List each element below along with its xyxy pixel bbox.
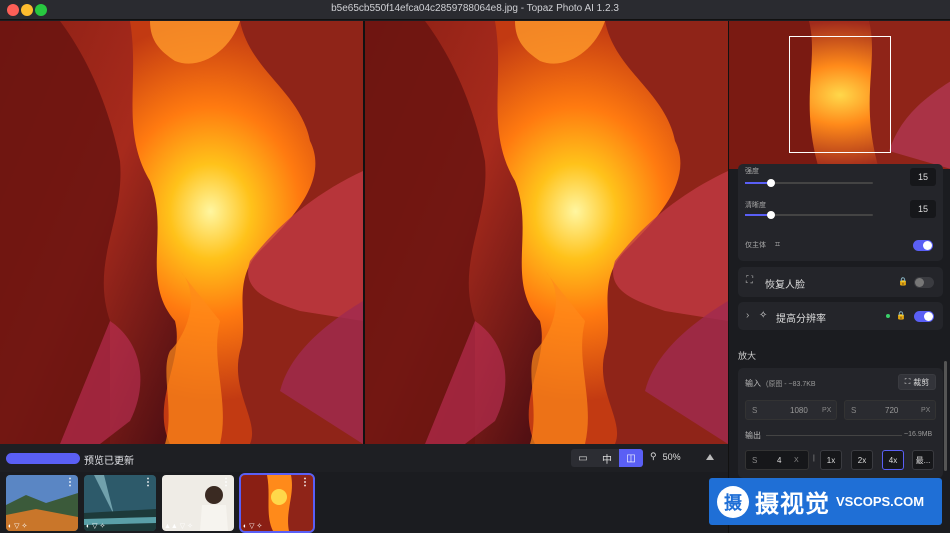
subject-only-label: 仅主体 bbox=[745, 242, 766, 249]
crop-button[interactable]: ⛶ 裁剪 bbox=[898, 374, 936, 390]
adjustment-panel: 强度 15 清晰度 15 仅主体 ⌗ bbox=[738, 164, 943, 261]
navigator-preview[interactable] bbox=[729, 21, 950, 169]
navigator-viewport-box[interactable] bbox=[789, 36, 891, 153]
sparkle-icon: ✧ bbox=[759, 310, 768, 321]
window-title: b5e65cb550f14efca04c2859788064e8.jpg - T… bbox=[331, 3, 619, 14]
thumbnail-4[interactable]: ⋮ ◐ ▽ ✧ bbox=[239, 473, 315, 533]
single-view-button[interactable]: ▭ bbox=[571, 449, 595, 467]
width-unit: PX bbox=[822, 407, 832, 414]
processed-image bbox=[365, 21, 728, 444]
output-divider bbox=[766, 435, 902, 436]
subject-select-icon[interactable]: ⌗ bbox=[775, 239, 780, 250]
upscale-label: 提高分辨率 bbox=[776, 314, 826, 325]
thumbnail-3[interactable]: ⋮ ▲▲ ▽ ✧ bbox=[162, 475, 234, 531]
thumbnail-status-icons: ◐ ▽ ✧ bbox=[8, 523, 28, 530]
zoom-level: 50% bbox=[662, 451, 681, 462]
output-size: ~16.9MB bbox=[904, 431, 933, 438]
status-bar: 预览已更新 ▭ 中 ◫ ⚲ 50% bbox=[0, 444, 728, 472]
original-image-pane[interactable] bbox=[0, 21, 363, 444]
scale-section-title: 放大 bbox=[738, 351, 757, 361]
scale-prefix: S bbox=[752, 456, 758, 465]
recover-face-toggle[interactable] bbox=[914, 277, 934, 288]
output-label: 输出 bbox=[745, 431, 761, 440]
status-text: 预览已更新 bbox=[84, 456, 134, 467]
clarity-value[interactable]: 15 bbox=[910, 200, 936, 218]
input-width-field[interactable]: S 1080 PX bbox=[745, 400, 837, 420]
input-label: 输入 bbox=[745, 379, 761, 388]
width-value: 1080 bbox=[790, 406, 808, 415]
magnifier-icon: ⚲ bbox=[650, 451, 657, 461]
preset-2x-button[interactable]: 2x bbox=[851, 450, 873, 470]
view-mode-switcher: ▭ 中 ◫ bbox=[571, 449, 643, 467]
scale-value: 4 bbox=[777, 456, 782, 465]
processed-image-pane[interactable] bbox=[365, 21, 728, 444]
watermark-en-text: VSCOPS.COM bbox=[836, 494, 925, 509]
split-view-button[interactable]: 中 bbox=[595, 449, 619, 467]
sidebar-scrollbar[interactable] bbox=[944, 361, 947, 471]
title-bar: b5e65cb550f14efca04c2859788064e8.jpg - T… bbox=[0, 0, 950, 20]
preset-more-button[interactable]: 最... bbox=[912, 450, 934, 470]
sidebar: 强度 15 清晰度 15 仅主体 ⌗ ⛶ 恢复人脸 🔒 › ✧ 提高分辨率 🔒 … bbox=[728, 21, 950, 533]
upscale-panel: › ✧ 提高分辨率 🔒 bbox=[738, 302, 943, 330]
zoom-dropdown-arrow-icon[interactable] bbox=[706, 454, 714, 460]
watermark-logo: 摄 bbox=[717, 485, 749, 518]
thumbnail-menu-icon[interactable]: ⋮ bbox=[65, 477, 75, 488]
watermark-cn-text: 摄视觉 bbox=[755, 491, 830, 518]
clarity-slider[interactable] bbox=[745, 211, 873, 219]
recover-face-label: 恢复人脸 bbox=[765, 280, 805, 291]
zoom-control[interactable]: ⚲ 50% bbox=[650, 451, 681, 462]
clarity-label: 清晰度 bbox=[745, 202, 766, 209]
input-height-field[interactable]: S 720 PX bbox=[844, 400, 936, 420]
thumbnail-menu-icon[interactable]: ⋮ bbox=[143, 477, 153, 488]
height-prefix: S bbox=[851, 406, 857, 415]
lock-icon: 🔒 bbox=[898, 277, 908, 286]
height-value: 720 bbox=[885, 406, 899, 415]
scale-unit: X bbox=[794, 457, 799, 464]
preset-4x-button[interactable]: 4x bbox=[882, 450, 904, 470]
thumbnail-menu-icon[interactable]: ⋮ bbox=[221, 477, 231, 488]
width-prefix: S bbox=[752, 406, 758, 415]
preview-progress-bar bbox=[6, 453, 80, 464]
preset-1x-button[interactable]: 1x bbox=[820, 450, 842, 470]
recover-face-panel: ⛶ 恢复人脸 🔒 bbox=[738, 267, 943, 297]
filmstrip: ⋮ ◐ ▽ ✧ ⋮ ◐ ▽ ✧ ⋮ ▲▲ ▽ ✧ ⋮ ◐ ▽ ✧ bbox=[0, 472, 728, 533]
watermark-banner: 摄 摄视觉 VSCOPS.COM bbox=[709, 478, 942, 525]
image-viewer[interactable] bbox=[0, 21, 728, 444]
strength-slider[interactable] bbox=[745, 179, 873, 187]
thumbnail-status-icons: ◐ ▽ ✧ bbox=[243, 523, 263, 530]
thumbnail-status-icons: ▲▲ ▽ ✧ bbox=[164, 523, 193, 530]
output-scale-field[interactable]: S 4 X bbox=[745, 450, 809, 470]
height-unit: PX bbox=[921, 407, 931, 414]
upscale-toggle[interactable] bbox=[914, 311, 934, 322]
thumbnail-1[interactable]: ⋮ ◐ ▽ ✧ bbox=[6, 475, 78, 531]
crop-icon: ⛶ bbox=[904, 377, 911, 386]
chevron-right-icon[interactable]: › bbox=[746, 310, 749, 321]
active-status-dot bbox=[886, 314, 890, 318]
crop-label: 裁剪 bbox=[913, 377, 930, 387]
thumbnail-status-icons: ◐ ▽ ✧ bbox=[86, 523, 106, 530]
thumbnail-menu-icon[interactable]: ⋮ bbox=[300, 477, 310, 488]
strength-label: 强度 bbox=[745, 168, 759, 175]
thumbnail-2[interactable]: ⋮ ◐ ▽ ✧ bbox=[84, 475, 156, 531]
input-size-note: (原图 - ~83.7KB bbox=[766, 381, 816, 388]
face-icon: ⛶ bbox=[746, 275, 753, 286]
subject-only-toggle[interactable] bbox=[913, 240, 933, 251]
strength-slider-handle[interactable] bbox=[766, 179, 775, 187]
separator-bar: | bbox=[813, 455, 815, 462]
strength-value[interactable]: 15 bbox=[910, 168, 936, 186]
lock-icon: 🔒 bbox=[896, 311, 906, 320]
scale-panel: 输入 (原图 - ~83.7KB ⛶ 裁剪 S 1080 PX S 720 PX… bbox=[738, 368, 943, 478]
original-image bbox=[0, 21, 363, 444]
clarity-slider-handle[interactable] bbox=[766, 211, 775, 219]
side-by-side-view-button[interactable]: ◫ bbox=[619, 449, 643, 467]
